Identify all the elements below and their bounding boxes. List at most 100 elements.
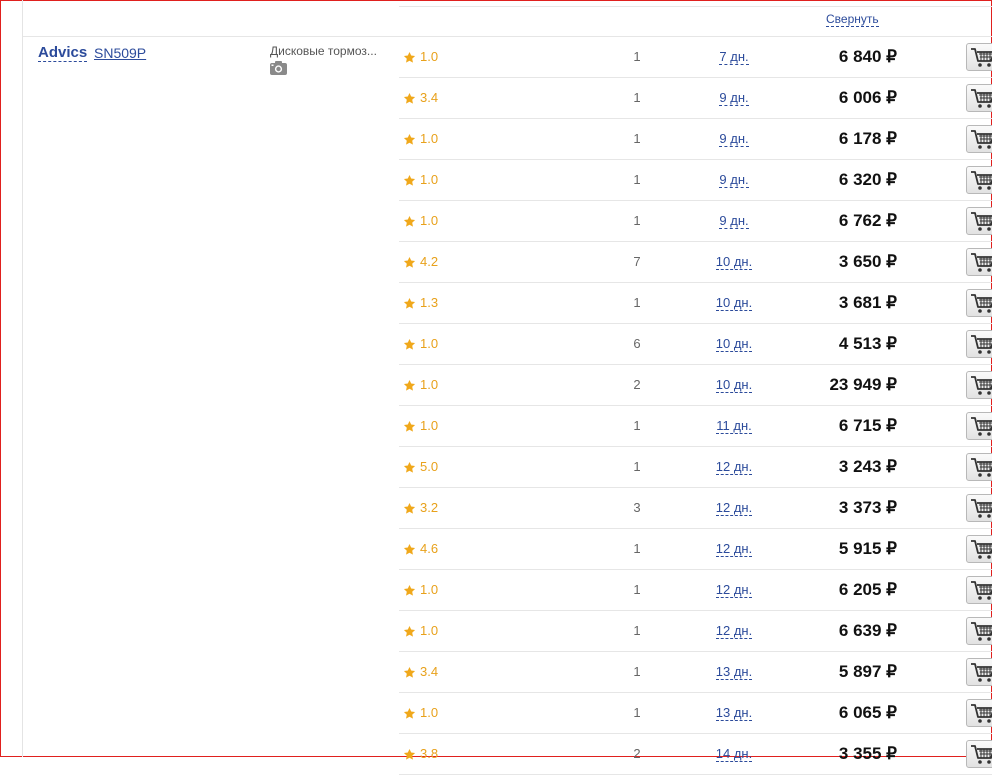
- offer-row: 4.6 1 12 дн. 5 915 ₽: [399, 529, 992, 570]
- rating: 4.2: [403, 255, 438, 269]
- delivery-term: 7 дн.: [699, 49, 769, 65]
- star-icon: [403, 215, 416, 227]
- delivery-link[interactable]: 12 дн.: [715, 582, 753, 598]
- brand-link[interactable]: Advics: [38, 44, 88, 62]
- price: 3 373 ₽: [838, 498, 897, 517]
- delivery-link[interactable]: 12 дн.: [715, 459, 753, 475]
- add-to-cart-button[interactable]: [966, 125, 992, 153]
- delivery-link[interactable]: 10 дн.: [715, 377, 753, 393]
- rating-value: 1.0: [420, 582, 439, 597]
- add-to-cart-button[interactable]: [966, 617, 992, 645]
- star-icon: [403, 748, 416, 760]
- stock-quantity: 1: [633, 582, 641, 597]
- delivery-link[interactable]: 7 дн.: [719, 49, 749, 65]
- add-to-cart-button[interactable]: [966, 740, 992, 768]
- cart-icon: [971, 253, 992, 272]
- rating: 1.0: [403, 173, 438, 187]
- delivery-term: 12 дн.: [699, 459, 769, 475]
- add-to-cart-button[interactable]: [966, 699, 992, 727]
- stock-quantity: 1: [633, 213, 641, 228]
- star-icon: [403, 666, 416, 678]
- add-to-cart-button[interactable]: [966, 84, 992, 112]
- add-to-cart-button[interactable]: [966, 330, 992, 358]
- cart-icon: [971, 704, 992, 723]
- cart-icon: [971, 622, 992, 641]
- add-to-cart-button[interactable]: [966, 453, 992, 481]
- delivery-link[interactable]: 14 дн.: [715, 746, 753, 762]
- collapse-link[interactable]: Свернуть: [826, 13, 879, 27]
- camera-icon[interactable]: [270, 61, 287, 75]
- cart-icon: [971, 663, 992, 682]
- delivery-link[interactable]: 12 дн.: [715, 623, 753, 639]
- delivery-term: 9 дн.: [699, 90, 769, 106]
- offer-row: 4.2 7 10 дн. 3 650 ₽: [399, 242, 992, 283]
- cart-icon: [971, 89, 992, 108]
- cart-icon: [971, 745, 992, 764]
- cart-icon: [971, 212, 992, 231]
- delivery-term: 11 дн.: [699, 418, 769, 434]
- price: 6 639 ₽: [838, 621, 897, 640]
- delivery-link[interactable]: 12 дн.: [715, 500, 753, 516]
- rating: 1.0: [403, 50, 438, 64]
- rating: 3.4: [403, 665, 438, 679]
- add-to-cart-button[interactable]: [966, 576, 992, 604]
- rating: 5.0: [403, 460, 438, 474]
- add-to-cart-button[interactable]: [966, 248, 992, 276]
- delivery-link[interactable]: 9 дн.: [719, 90, 749, 106]
- delivery-link[interactable]: 9 дн.: [719, 213, 749, 229]
- cart-icon: [971, 417, 992, 436]
- offer-row: 1.0 1 13 дн. 6 065 ₽: [399, 693, 992, 734]
- star-icon: [403, 174, 416, 186]
- rating: 3.2: [403, 501, 438, 515]
- rating: 1.0: [403, 132, 438, 146]
- rating-value: 1.3: [420, 295, 439, 310]
- rating: 1.0: [403, 214, 438, 228]
- price: 5 897 ₽: [838, 662, 897, 681]
- delivery-link[interactable]: 12 дн.: [715, 541, 753, 557]
- stock-quantity: 1: [633, 705, 641, 720]
- add-to-cart-button[interactable]: [966, 494, 992, 522]
- left-divider: [22, 0, 23, 757]
- add-to-cart-button[interactable]: [966, 371, 992, 399]
- delivery-link[interactable]: 10 дн.: [715, 254, 753, 270]
- price: 4 513 ₽: [838, 334, 897, 353]
- stock-quantity: 6: [633, 336, 641, 351]
- rating: 1.0: [403, 337, 438, 351]
- price: 6 762 ₽: [838, 211, 897, 230]
- add-to-cart-button[interactable]: [966, 658, 992, 686]
- cart-icon: [971, 48, 992, 67]
- stock-quantity: 7: [633, 254, 641, 269]
- delivery-link[interactable]: 13 дн.: [715, 664, 753, 680]
- star-icon: [403, 379, 416, 391]
- price: 5 915 ₽: [838, 539, 897, 558]
- offer-row: 1.0 2 10 дн. 23 949 ₽: [399, 365, 992, 406]
- delivery-link[interactable]: 13 дн.: [715, 705, 753, 721]
- delivery-term: 12 дн.: [699, 500, 769, 516]
- offer-row: 1.0 1 9 дн. 6 762 ₽: [399, 201, 992, 242]
- article-link[interactable]: SN509P: [94, 45, 146, 61]
- add-to-cart-button[interactable]: [966, 412, 992, 440]
- rating-value: 5.0: [420, 459, 439, 474]
- rating-value: 1.0: [420, 213, 439, 228]
- add-to-cart-button[interactable]: [966, 289, 992, 317]
- delivery-link[interactable]: 10 дн.: [715, 336, 753, 352]
- add-to-cart-button[interactable]: [966, 166, 992, 194]
- rating-value: 1.0: [420, 131, 439, 146]
- rating-value: 3.4: [420, 664, 439, 679]
- add-to-cart-button[interactable]: [966, 535, 992, 563]
- rating: 1.0: [403, 706, 438, 720]
- rating-value: 3.8: [420, 746, 439, 761]
- delivery-link[interactable]: 11 дн.: [716, 418, 752, 434]
- add-to-cart-button[interactable]: [966, 43, 992, 71]
- star-icon: [403, 543, 416, 555]
- delivery-link[interactable]: 10 дн.: [715, 295, 753, 311]
- offer-row: 1.0 1 12 дн. 6 639 ₽: [399, 611, 992, 652]
- add-to-cart-button[interactable]: [966, 207, 992, 235]
- delivery-link[interactable]: 9 дн.: [719, 131, 749, 147]
- offer-row: 3.2 3 12 дн. 3 373 ₽: [399, 488, 992, 529]
- delivery-link[interactable]: 9 дн.: [719, 172, 749, 188]
- rating: 1.0: [403, 378, 438, 392]
- price: 6 320 ₽: [838, 170, 897, 189]
- rating: 3.4: [403, 91, 438, 105]
- price: 3 650 ₽: [838, 252, 897, 271]
